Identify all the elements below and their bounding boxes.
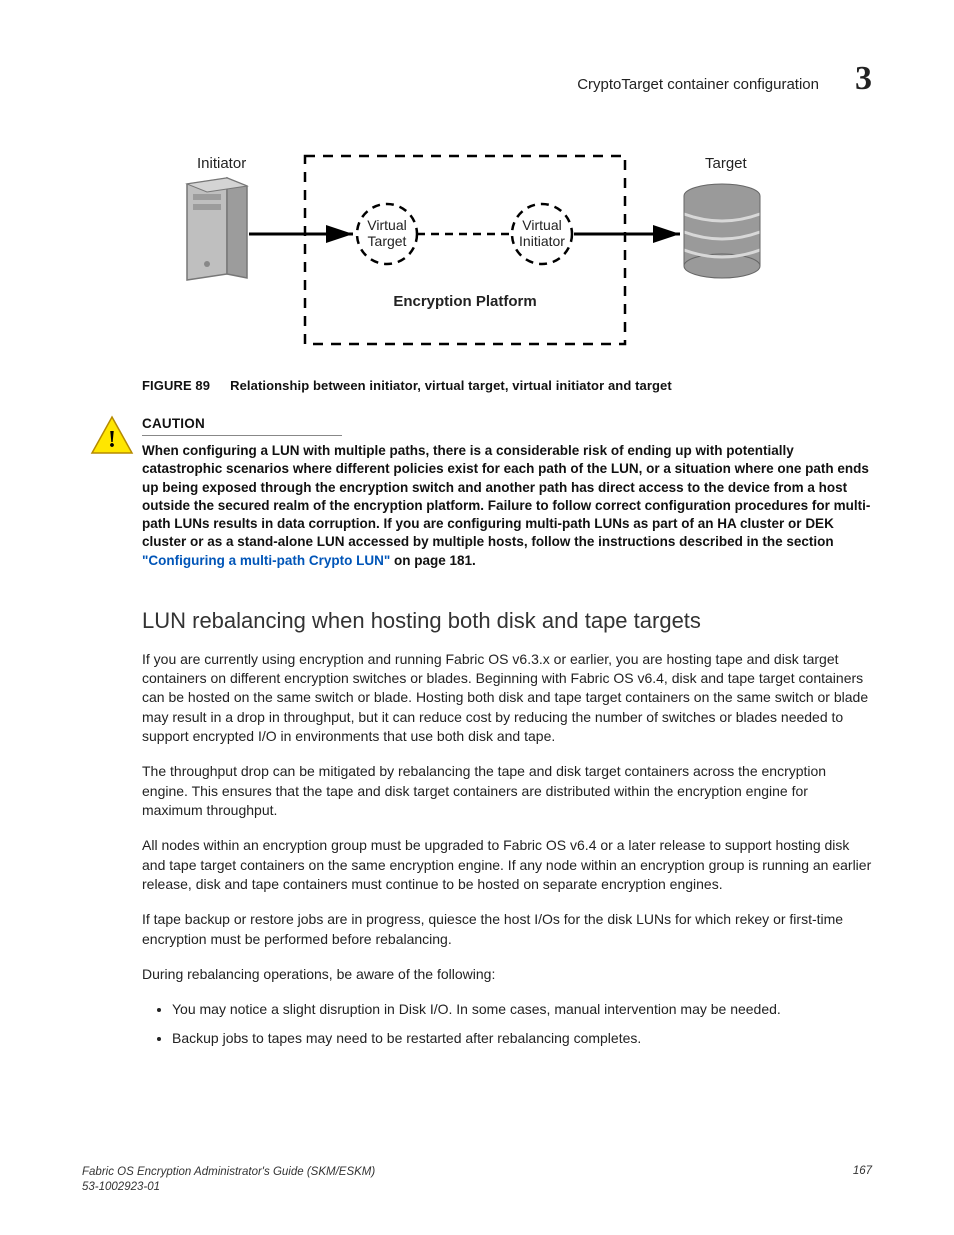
list-item: Backup jobs to tapes may need to be rest…	[172, 1029, 872, 1048]
list-item: You may notice a slight disruption in Di…	[172, 1000, 872, 1019]
section-para-3: All nodes within an encryption group mus…	[142, 836, 872, 894]
section-heading: LUN rebalancing when hosting both disk a…	[142, 608, 872, 634]
target-icon	[684, 184, 760, 278]
caution-link[interactable]: "Configuring a multi-path Crypto LUN"	[142, 553, 390, 568]
footer-book-title: Fabric OS Encryption Administrator's Gui…	[82, 1166, 375, 1178]
label-target: Target	[705, 155, 748, 172]
virtual-target-line1: Virtual	[367, 217, 406, 233]
page-footer: Fabric OS Encryption Administrator's Gui…	[82, 1165, 872, 1195]
caution-icon: !	[82, 415, 142, 455]
chapter-number: 3	[855, 60, 872, 98]
virtual-initiator-line1: Virtual	[522, 217, 561, 233]
section-para-5: During rebalancing operations, be aware …	[142, 965, 872, 984]
header-title: CryptoTarget container configuration	[577, 76, 819, 93]
virtual-initiator-line2: Initiator	[519, 233, 565, 249]
page-header: CryptoTarget container configuration 3	[82, 60, 872, 98]
virtual-target-line2: Target	[368, 233, 407, 249]
encryption-platform-box	[305, 156, 625, 344]
caution-block: ! CAUTION When configuring a LUN with mu…	[82, 415, 872, 570]
footer-page-number: 167	[853, 1165, 872, 1195]
platform-label: Encryption Platform	[393, 293, 536, 310]
bullet-list: You may notice a slight disruption in Di…	[142, 1000, 872, 1049]
figure-caption: FIGURE 89 Relationship between initiator,…	[142, 378, 792, 393]
section-para-1: If you are currently using encryption an…	[142, 650, 872, 747]
figure-caption-label: FIGURE 89	[142, 378, 210, 393]
caution-text-pre: When configuring a LUN with multiple pat…	[142, 443, 870, 549]
label-initiator: Initiator	[197, 155, 246, 172]
caution-body: CAUTION When configuring a LUN with mult…	[142, 415, 872, 570]
footer-doc-id: 53-1002923-01	[82, 1181, 160, 1193]
section-para-2: The throughput drop can be mitigated by …	[142, 762, 872, 820]
section-para-4: If tape backup or restore jobs are in pr…	[142, 910, 872, 949]
initiator-icon	[187, 178, 247, 280]
figure-diagram: Initiator Target Virtual Target Virtual …	[157, 146, 777, 366]
caution-title: CAUTION	[142, 415, 342, 436]
caution-text-post: on page 181.	[390, 553, 476, 568]
figure-caption-text: Relationship between initiator, virtual …	[230, 378, 672, 393]
svg-text:!: !	[108, 427, 116, 453]
figure-89: Initiator Target Virtual Target Virtual …	[142, 146, 792, 393]
